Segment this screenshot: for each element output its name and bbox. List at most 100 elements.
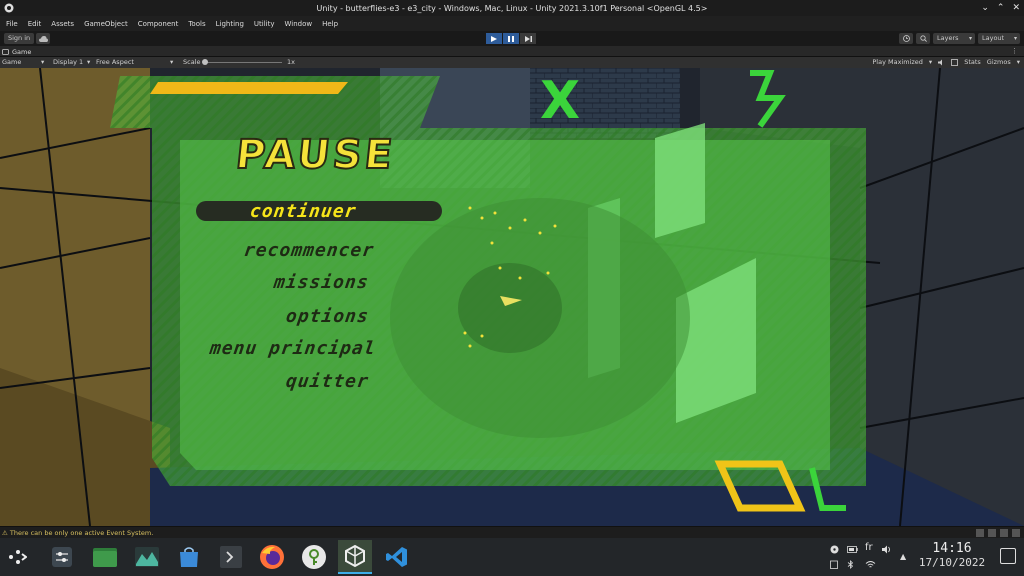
clock-date: 17/10/2022 xyxy=(918,556,986,569)
minimize-icon[interactable]: ⌄ xyxy=(981,2,989,14)
clipboard-icon[interactable] xyxy=(830,560,838,569)
game-tab-row: Game ⋮ xyxy=(0,46,1024,57)
cloud-button[interactable] xyxy=(36,33,50,44)
menu-assets[interactable]: Assets xyxy=(51,20,74,28)
scale-slider-track[interactable] xyxy=(204,62,282,63)
tray-expand-icon[interactable]: ▲ xyxy=(900,552,906,561)
terminal-icon xyxy=(220,546,242,568)
discover-store-icon xyxy=(180,547,198,567)
battery-icon[interactable] xyxy=(847,546,858,553)
history-button[interactable] xyxy=(899,33,913,44)
radiation-monitor-icon[interactable] xyxy=(830,545,839,554)
menu-restart[interactable]: recommencer xyxy=(243,240,376,261)
aspect-dropdown[interactable]: Free Aspect xyxy=(96,57,134,68)
play-button[interactable] xyxy=(486,33,502,44)
menu-main-menu[interactable]: menu principal xyxy=(209,338,378,359)
unity-icon xyxy=(345,544,365,568)
layers-dropdown[interactable]: Layers xyxy=(933,33,975,44)
system-monitor-app[interactable] xyxy=(130,540,164,574)
aspect-dropdown-arrow-icon[interactable]: ▾ xyxy=(170,57,173,68)
system-monitor-icon xyxy=(135,547,159,567)
play-mode-dropdown[interactable]: Play Maximized xyxy=(872,57,923,68)
menu-quit[interactable]: quitter xyxy=(285,371,371,392)
pause-menu: PAUSE continuer recommencer missions opt… xyxy=(0,68,1024,526)
pause-title: PAUSE xyxy=(233,131,399,179)
menu-missions[interactable]: missions xyxy=(273,272,371,293)
menu-continue[interactable]: continuer xyxy=(249,201,358,222)
stats-icon xyxy=(951,59,959,66)
file-manager-icon xyxy=(93,548,117,567)
network-wifi-icon[interactable] xyxy=(865,560,876,569)
mute-audio-icon[interactable] xyxy=(938,59,945,66)
vscode-app[interactable] xyxy=(380,540,414,574)
debug-icon[interactable] xyxy=(1012,529,1020,537)
stats-button[interactable]: Stats xyxy=(964,57,981,68)
console-message: There can be only one active Event Syste… xyxy=(9,529,154,537)
bluetooth-icon[interactable] xyxy=(847,560,854,569)
toolbar-right: Layers Layout xyxy=(899,33,1020,44)
gizmos-dropdown[interactable]: Gizmos xyxy=(987,57,1011,68)
menu-options[interactable]: options xyxy=(285,306,371,327)
play-controls xyxy=(486,33,536,44)
scale-label: Scale xyxy=(183,58,201,66)
menu-utility[interactable]: Utility xyxy=(254,20,275,28)
window-controls: ⌄ ⌃ ✕ xyxy=(981,2,1020,14)
show-desktop-button[interactable] xyxy=(1000,548,1016,564)
pause-icon xyxy=(508,35,514,42)
warning-icon: ⚠ xyxy=(2,529,8,537)
menu-file[interactable]: File xyxy=(6,20,18,28)
view-dropdown[interactable]: Game xyxy=(2,57,21,68)
layout-dropdown[interactable]: Layout xyxy=(978,33,1020,44)
status-icons xyxy=(976,529,1020,537)
game-view-options: Play Maximized ▾ Stats Gizmos ▾ xyxy=(872,57,1020,68)
scale-slider-handle[interactable] xyxy=(202,59,208,65)
terminal-app[interactable] xyxy=(214,540,248,574)
game-viewport[interactable]: X PAUSE continuer recommencer missions o… xyxy=(0,68,1024,526)
menu-lighting[interactable]: Lighting xyxy=(216,20,244,28)
gizmos-arrow-icon[interactable]: ▾ xyxy=(1017,57,1020,68)
history-icon xyxy=(902,35,910,42)
step-button[interactable] xyxy=(520,33,536,44)
tab-game[interactable]: Game xyxy=(2,46,31,57)
clock[interactable]: 14:16 17/10/2022 xyxy=(912,542,992,570)
sign-in-button[interactable]: Sign in xyxy=(4,33,35,44)
game-view-icon xyxy=(2,48,9,55)
cloud-icon xyxy=(38,35,48,42)
menu-help[interactable]: Help xyxy=(322,20,338,28)
progress-icon xyxy=(976,529,984,537)
launcher-icon xyxy=(9,550,27,564)
menu-edit[interactable]: Edit xyxy=(28,20,42,28)
unity-app[interactable] xyxy=(338,540,372,574)
pause-button[interactable] xyxy=(503,33,519,44)
firefox-app[interactable] xyxy=(255,540,289,574)
menu-component[interactable]: Component xyxy=(138,20,179,28)
launcher-button[interactable] xyxy=(0,540,34,574)
menu-tools[interactable]: Tools xyxy=(188,20,205,28)
maximize-icon[interactable]: ⌃ xyxy=(997,2,1005,14)
play-mode-arrow-icon[interactable]: ▾ xyxy=(929,57,932,68)
search-icon xyxy=(919,35,927,42)
tab-options-icon[interactable]: ⋮ xyxy=(1011,47,1018,55)
keepass-app[interactable] xyxy=(297,540,331,574)
view-dropdown-arrow-icon[interactable]: ▾ xyxy=(41,57,44,68)
volume-icon[interactable] xyxy=(882,545,892,554)
close-icon[interactable]: ✕ xyxy=(1012,2,1020,14)
display-dropdown-arrow-icon[interactable]: ▾ xyxy=(87,57,90,68)
menu-gameobject[interactable]: GameObject xyxy=(84,20,128,28)
discover-store-app[interactable] xyxy=(172,540,206,574)
menu-window[interactable]: Window xyxy=(284,20,312,28)
taskbar: fr ▲ 14:16 17/10/2022 xyxy=(0,538,1024,576)
keyboard-layout-indicator[interactable]: fr xyxy=(865,542,873,553)
cache-icon[interactable] xyxy=(1000,529,1008,537)
clock-time: 14:16 xyxy=(932,541,972,556)
status-bar: ⚠ There can be only one active Event Sys… xyxy=(0,526,1024,538)
keepass-icon xyxy=(302,545,326,569)
settings-app[interactable] xyxy=(45,540,79,574)
file-manager-app[interactable] xyxy=(88,540,122,574)
search-button[interactable] xyxy=(916,33,930,44)
main-toolbar: Sign in Layers Layout xyxy=(0,31,1024,46)
collab-icon[interactable] xyxy=(988,529,996,537)
step-icon xyxy=(524,35,532,42)
firefox-icon xyxy=(260,545,284,569)
display-dropdown[interactable]: Display 1 xyxy=(53,57,83,68)
